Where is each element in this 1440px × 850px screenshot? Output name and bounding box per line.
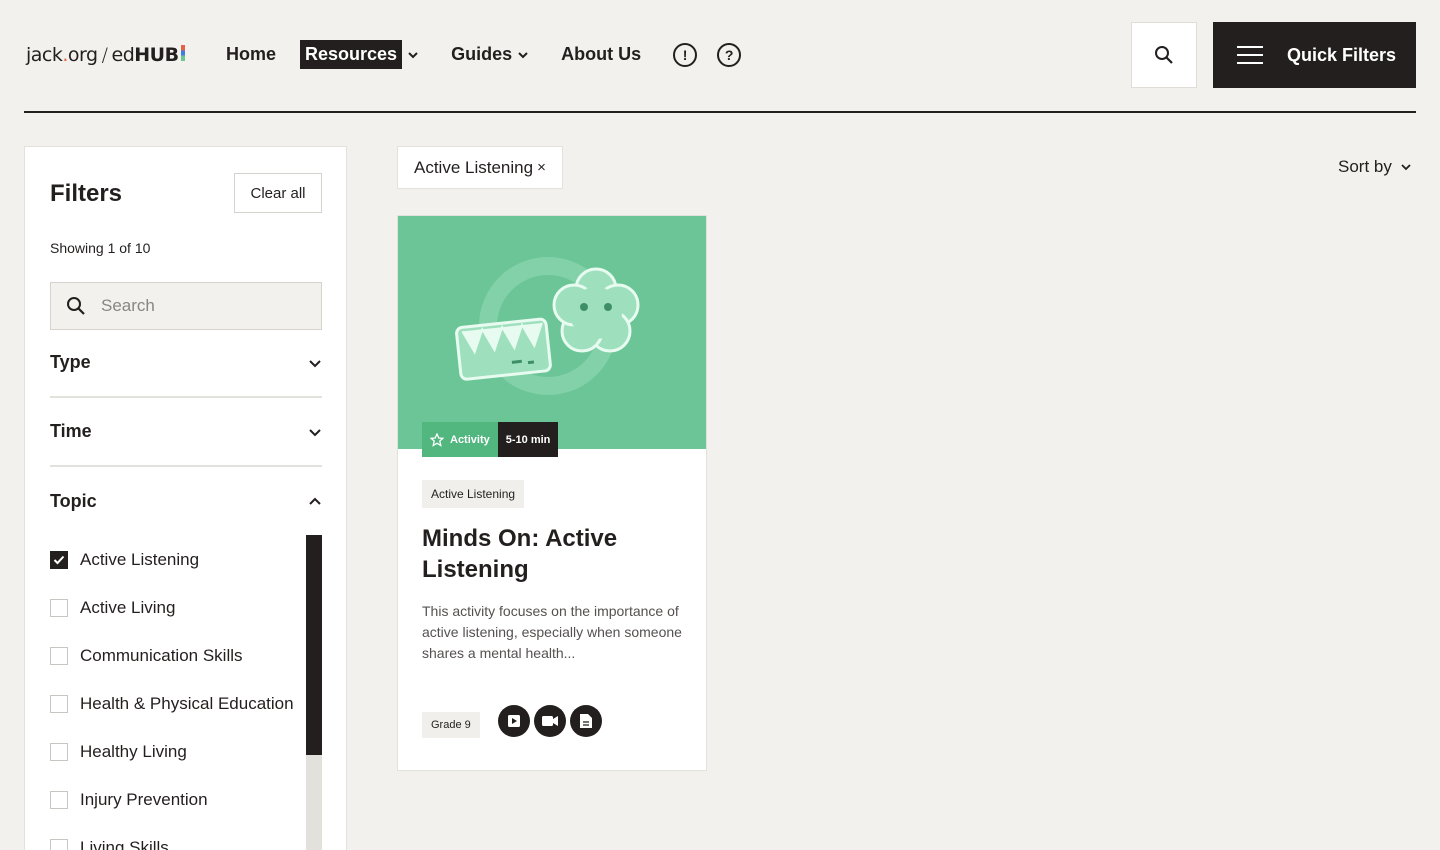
nav-home-label: Home [226, 44, 277, 64]
results-count: Showing 1 of 10 [50, 240, 151, 256]
card-topic-tag: Active Listening [422, 480, 525, 508]
accordion-time-label: Time [50, 421, 92, 441]
activity-badge-label: Activity [450, 433, 490, 446]
filters-sidebar: Filters Clear all Showing 1 of 10 Type T… [24, 146, 347, 850]
accordion-type[interactable]: Type [50, 329, 322, 398]
chevron-down-icon [408, 51, 418, 58]
activity-badge: Activity [422, 422, 498, 457]
checkbox[interactable] [50, 839, 68, 850]
media-icons [498, 705, 606, 737]
filter-search-input[interactable] [101, 296, 301, 316]
nav-guides-label: Guides [451, 44, 513, 64]
menu-icon [1237, 46, 1263, 64]
card-badges: Activity 5-10 min [422, 422, 559, 457]
chevron-down-icon [518, 51, 528, 58]
site-logo[interactable]: jack. org / ed HUB [26, 44, 185, 66]
topic-living-skills[interactable]: Living Skills [50, 824, 322, 850]
main-nav: Home Resources Guides About Us ! ? [226, 40, 742, 69]
checkbox[interactable] [50, 743, 68, 761]
chevron-down-icon [309, 428, 321, 436]
topic-list: Active Listening Active Living Communica… [50, 536, 322, 850]
nav-about-label: About Us [561, 44, 642, 64]
chevron-down-icon [1401, 164, 1411, 171]
active-filter-chip[interactable]: Active Listening × [397, 146, 563, 189]
duration-badge: 5-10 min [497, 422, 559, 457]
card-title[interactable]: Minds On: Active Listening [422, 523, 692, 585]
topic-label: Health & Physical Education [80, 694, 294, 713]
search-icon [67, 297, 85, 315]
topic-scrollbar-thumb[interactable] [306, 535, 322, 755]
topic-label: Active Living [80, 598, 176, 617]
nav-about[interactable]: About Us [561, 44, 641, 65]
card-illustration [398, 216, 706, 449]
logo-text: org [67, 44, 98, 66]
video-icon [534, 705, 566, 737]
search-icon [1155, 46, 1173, 64]
card-image [398, 216, 706, 449]
close-icon[interactable]: × [537, 159, 546, 176]
topic-scrollbar[interactable] [306, 535, 322, 850]
accordion-topic-label: Topic [50, 491, 97, 511]
checkbox[interactable] [50, 695, 68, 713]
clear-all-button[interactable]: Clear all [234, 173, 322, 213]
topic-injury-prevention[interactable]: Injury Prevention [50, 776, 322, 824]
checkbox-checked[interactable] [50, 551, 68, 569]
checkbox[interactable] [50, 599, 68, 617]
sort-dropdown[interactable]: Sort by [1338, 157, 1412, 177]
topic-label: Healthy Living [80, 742, 187, 761]
topic-communication-skills[interactable]: Communication Skills [50, 632, 322, 680]
logo-slash: / [101, 44, 108, 66]
site-header: jack. org / ed HUB Home Resources Guides Abo… [24, 0, 1416, 113]
play-icon [498, 705, 530, 737]
logo-text: ed [111, 44, 135, 66]
logo-hub: HUB [134, 44, 179, 66]
topic-active-listening[interactable]: Active Listening [50, 536, 322, 584]
nav-resources-label: Resources [300, 40, 403, 69]
help-icon[interactable]: ? [717, 42, 742, 67]
nav-guides[interactable]: Guides [451, 44, 529, 65]
accordion-topic[interactable]: Topic [50, 467, 322, 536]
card-description: This activity focuses on the importance … [422, 603, 682, 661]
accordion-type-label: Type [50, 352, 91, 372]
header-search-button[interactable] [1131, 22, 1197, 88]
quick-filters-label: Quick Filters [1287, 44, 1397, 65]
topic-active-living[interactable]: Active Living [50, 584, 322, 632]
chevron-down-icon [309, 359, 321, 367]
topic-label: Active Listening [80, 550, 200, 569]
check-icon [53, 555, 65, 565]
accordion-time[interactable]: Time [50, 398, 322, 467]
chevron-up-icon [309, 497, 321, 505]
checkbox[interactable] [50, 647, 68, 665]
checkbox[interactable] [50, 791, 68, 809]
nav-home[interactable]: Home [226, 44, 276, 65]
active-filter-label: Active Listening [414, 157, 534, 177]
document-icon [570, 705, 602, 737]
logo-text: jack [26, 44, 63, 66]
logo-bars-icon [180, 45, 185, 61]
topic-label: Living Skills [80, 838, 169, 850]
alert-icon[interactable]: ! [673, 42, 698, 67]
nav-resources[interactable]: Resources [300, 40, 419, 69]
topic-health-physical-education[interactable]: Health & Physical Education [50, 680, 322, 728]
topic-healthy-living[interactable]: Healthy Living [50, 728, 322, 776]
filter-search [50, 282, 322, 330]
grade-badge: Grade 9 [422, 712, 480, 738]
topic-label: Injury Prevention [80, 790, 208, 809]
topic-label: Communication Skills [80, 646, 243, 665]
filters-title: Filters [50, 180, 123, 207]
star-icon [430, 432, 444, 447]
quick-filters-button[interactable]: Quick Filters [1213, 22, 1416, 88]
sort-label: Sort by [1338, 157, 1392, 176]
resource-card[interactable]: Activity 5-10 min Active Listening Minds… [397, 215, 707, 771]
